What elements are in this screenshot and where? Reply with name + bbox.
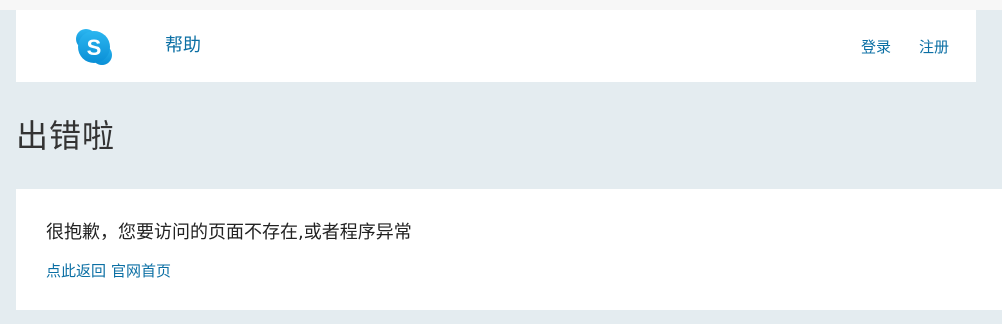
login-link[interactable]: 登录 — [861, 37, 891, 57]
help-link[interactable]: 帮助 — [165, 34, 201, 58]
register-link[interactable]: 注册 — [919, 37, 949, 57]
error-message: 很抱歉，您要访问的页面不存在,或者程序异常 — [46, 222, 412, 243]
logo-letter: S — [87, 35, 102, 60]
site-header: S 帮助 登录 注册 — [16, 10, 976, 82]
page-title: 出错啦 — [16, 117, 116, 155]
account-nav: 登录 注册 — [861, 37, 949, 57]
error-card: 很抱歉，您要访问的页面不存在,或者程序异常 点此返回 官网首页 — [16, 189, 1002, 310]
return-links: 点此返回 官网首页 — [46, 261, 171, 281]
official-home-link[interactable]: 官网首页 — [111, 262, 171, 280]
skype-logo-icon[interactable]: S — [74, 27, 114, 67]
skype-logo-svg: S — [76, 29, 112, 65]
top-strip — [0, 0, 1002, 10]
return-link[interactable]: 点此返回 — [46, 262, 106, 280]
